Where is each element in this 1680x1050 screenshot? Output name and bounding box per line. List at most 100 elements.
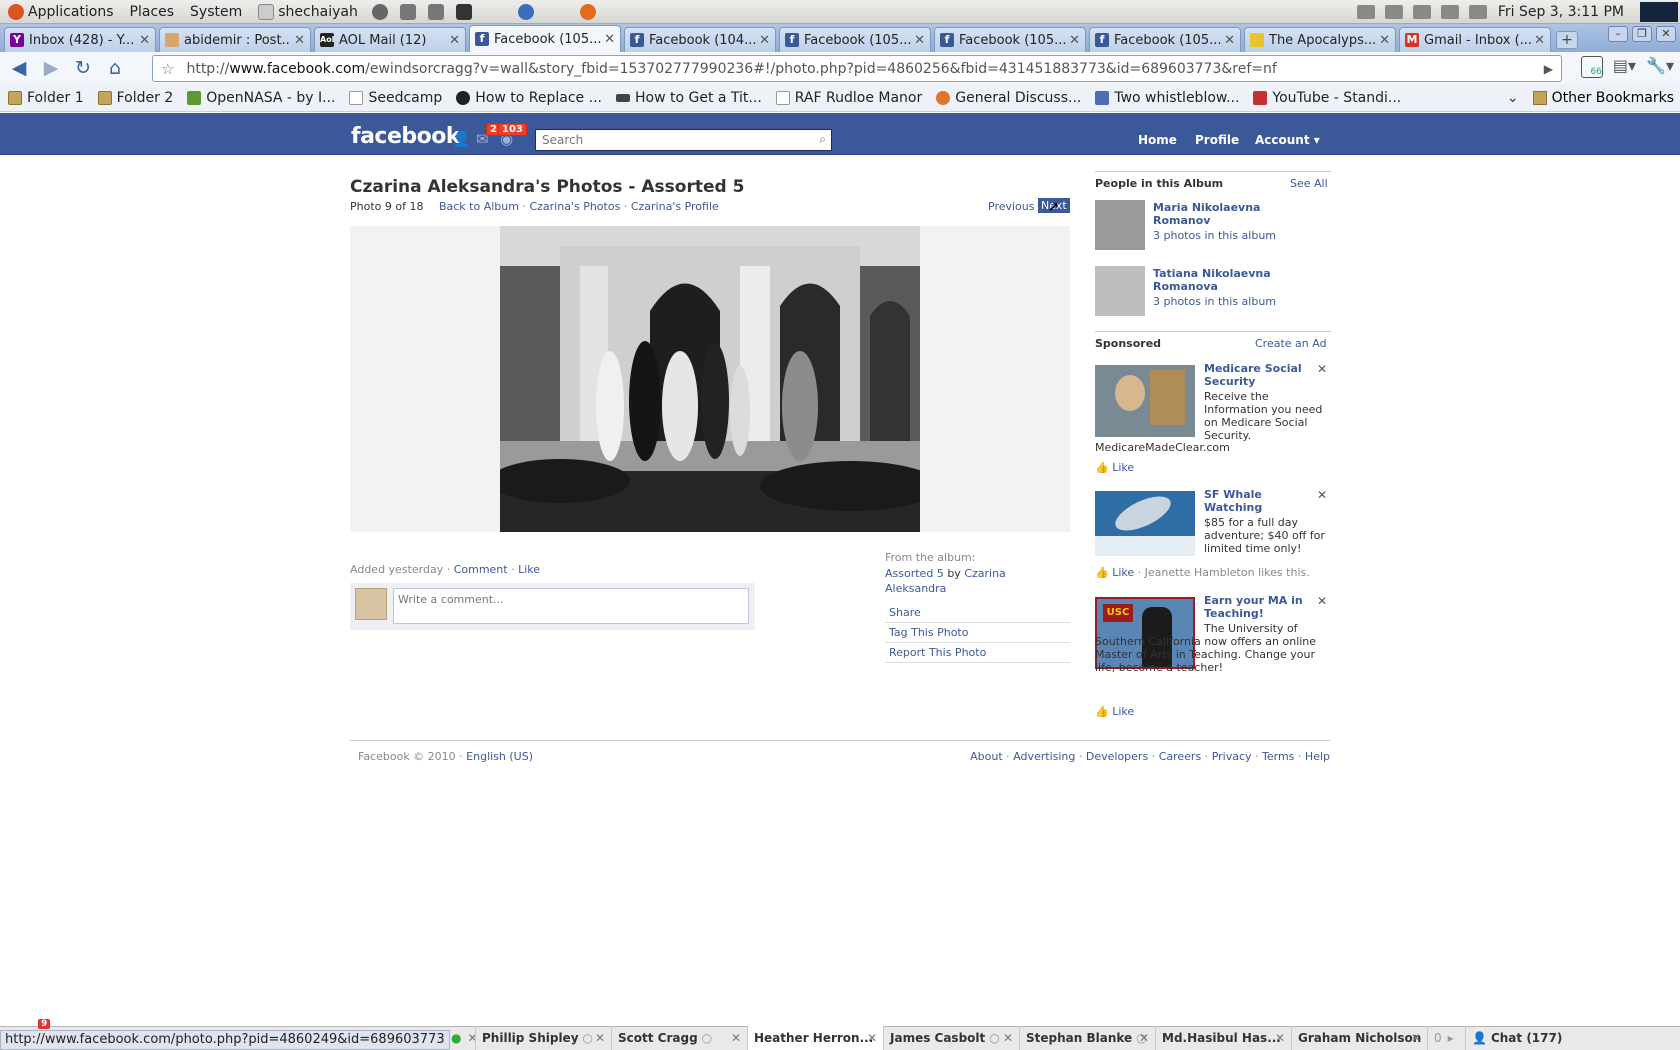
- chat-close-icon[interactable]: ✕: [595, 1031, 605, 1045]
- extension-icon[interactable]: 66: [1580, 56, 1603, 78]
- footer-advertising-link[interactable]: Advertising: [1013, 750, 1075, 763]
- chat-tab-active[interactable]: Heather Herron... ✕: [747, 1026, 883, 1050]
- create-ad-link[interactable]: Create an Ad: [1255, 337, 1327, 350]
- bookmark-two-whistleblow[interactable]: Two whistleblow...: [1095, 90, 1239, 106]
- album-name-link[interactable]: Assorted 5: [885, 567, 944, 580]
- person-photo-count[interactable]: 3 photos in this album: [1153, 229, 1276, 242]
- chat-close-icon[interactable]: ✕: [1139, 1031, 1149, 1045]
- battery-icon[interactable]: [1356, 5, 1375, 19]
- footer-developers-link[interactable]: Developers: [1086, 750, 1148, 763]
- footer-help-link[interactable]: Help: [1305, 750, 1330, 763]
- bookmark-how-to-replace[interactable]: How to Replace ...: [456, 90, 602, 106]
- chromium-icon[interactable]: [517, 3, 534, 20]
- tab-close-icon[interactable]: ✕: [1069, 33, 1080, 48]
- minimize-icon[interactable]: –: [1608, 26, 1628, 42]
- chat-tab[interactable]: James Casbolt ○ ✕: [883, 1026, 1019, 1050]
- tag-photo-link[interactable]: Tag This Photo: [885, 623, 1070, 643]
- footer-careers-link[interactable]: Careers: [1159, 750, 1202, 763]
- settings-launcher-icon[interactable]: [399, 3, 416, 20]
- applications-menu[interactable]: Applications: [8, 3, 114, 20]
- wrench-menu-icon[interactable]: 🔧▾: [1646, 56, 1674, 78]
- person-name-link[interactable]: Tatiana Nikolaevna Romanova: [1153, 267, 1303, 293]
- tab-facebook-active[interactable]: f Facebook (105... ✕: [469, 25, 621, 52]
- forward-arrow-icon[interactable]: ▶: [38, 56, 64, 80]
- ad-image-whale[interactable]: [1095, 491, 1195, 556]
- tab-close-icon[interactable]: ✕: [1534, 33, 1545, 48]
- search-icon[interactable]: ⌕: [819, 132, 826, 147]
- home-icon[interactable]: ⌂: [102, 56, 128, 80]
- chat-close-icon[interactable]: ✕: [1275, 1031, 1285, 1045]
- tab-close-icon[interactable]: ✕: [759, 33, 770, 48]
- ad-like-link[interactable]: Like: [1112, 461, 1134, 474]
- tab-facebook-4[interactable]: f Facebook (105... ✕: [934, 27, 1086, 52]
- like-link[interactable]: Like: [518, 563, 540, 576]
- tab-facebook-5[interactable]: f Facebook (105... ✕: [1089, 27, 1241, 52]
- tab-aol-mail[interactable]: Aol AOL Mail (12) ✕: [314, 27, 466, 52]
- ad-like-link[interactable]: Like: [1112, 705, 1134, 718]
- nav-account-menu[interactable]: Account ▾: [1255, 133, 1320, 147]
- chat-close-icon[interactable]: ✕: [867, 1031, 877, 1045]
- new-tab-button[interactable]: +: [1556, 31, 1578, 49]
- reload-icon[interactable]: ↻: [70, 56, 96, 80]
- chat-buddy-list[interactable]: 👤 Chat (177): [1465, 1026, 1680, 1050]
- system-menu[interactable]: System: [190, 4, 242, 20]
- system-monitor-icon[interactable]: [1640, 2, 1678, 22]
- terminal-icon[interactable]: [455, 3, 472, 20]
- tab-yahoo-inbox[interactable]: Y Inbox (428) - Y... ✕: [4, 27, 156, 52]
- tab-apocalypse[interactable]: The Apocalyps... ✕: [1244, 27, 1396, 52]
- ad-close-icon[interactable]: ✕: [1317, 362, 1327, 376]
- nav-profile-link[interactable]: Profile: [1195, 133, 1239, 147]
- footer-privacy-link[interactable]: Privacy: [1212, 750, 1252, 763]
- tab-abidemir[interactable]: abidemir : Post... ✕: [159, 27, 311, 52]
- bookmark-folder-2[interactable]: Folder 2: [97, 90, 173, 106]
- ad-like-link[interactable]: Like: [1112, 566, 1134, 579]
- previous-photo-link[interactable]: Previous: [988, 200, 1035, 213]
- ad-image-medicare[interactable]: [1095, 365, 1195, 437]
- bookmark-general-discuss[interactable]: General Discuss...: [936, 90, 1081, 106]
- album-photo[interactable]: [500, 226, 920, 532]
- address-bar[interactable]: ☆ http://www.facebook.com/ewindsorcragg?…: [152, 55, 1562, 82]
- comment-link[interactable]: Comment: [454, 563, 508, 576]
- share-link[interactable]: Share: [885, 603, 1070, 623]
- ad-title-link[interactable]: Medicare Social Security: [1204, 362, 1314, 388]
- chat-close-icon[interactable]: ✕: [1003, 1031, 1013, 1045]
- maximize-icon[interactable]: ❐: [1632, 26, 1652, 42]
- back-arrow-icon[interactable]: ◀: [6, 56, 32, 80]
- bookmark-how-to-get[interactable]: How to Get a Tit...: [615, 90, 762, 106]
- czarinas-profile-link[interactable]: Czarina's Profile: [631, 200, 719, 213]
- footer-about-link[interactable]: About: [970, 750, 1003, 763]
- printer-icon[interactable]: [1440, 5, 1459, 19]
- tab-close-icon[interactable]: ✕: [139, 33, 150, 48]
- ad-close-icon[interactable]: ✕: [1317, 488, 1327, 502]
- user-switcher[interactable]: shechaiyah: [258, 3, 358, 20]
- czarinas-photos-link[interactable]: Czarina's Photos: [529, 200, 620, 213]
- footer-terms-link[interactable]: Terms: [1262, 750, 1294, 763]
- report-photo-link[interactable]: Report This Photo: [885, 643, 1070, 663]
- friend-requests-icon[interactable]: 👤: [452, 130, 471, 148]
- tab-close-icon[interactable]: ✕: [1379, 33, 1390, 48]
- network-icon[interactable]: [1468, 5, 1487, 19]
- other-bookmarks[interactable]: ⌄ Other Bookmarks: [1507, 84, 1674, 112]
- person-photo-count[interactable]: 3 photos in this album: [1153, 295, 1276, 308]
- back-to-album-link[interactable]: Back to Album: [439, 200, 519, 213]
- clock[interactable]: Fri Sep 3, 3:11 PM: [1498, 4, 1624, 20]
- page-menu-icon[interactable]: ▤▾: [1613, 56, 1636, 78]
- chat-overflow[interactable]: 0 ▸: [1427, 1026, 1465, 1050]
- bookmark-youtube[interactable]: YouTube - Standi...: [1253, 90, 1401, 106]
- power-icon[interactable]: [371, 3, 388, 20]
- tab-gmail[interactable]: M Gmail - Inbox (... ✕: [1399, 27, 1551, 52]
- go-icon[interactable]: ▶: [1544, 62, 1553, 76]
- chevron-down-icon[interactable]: ⌄: [1507, 90, 1519, 106]
- close-window-icon[interactable]: ✕: [1656, 26, 1676, 42]
- person-name-link[interactable]: Maria Nikolaevna Romanov: [1153, 201, 1303, 227]
- bookmark-seedcamp[interactable]: Seedcamp: [349, 90, 442, 106]
- chat-close-icon[interactable]: ✕: [1411, 1031, 1421, 1045]
- chat-tab[interactable]: Graham Nicholson ✕: [1291, 1026, 1427, 1050]
- bookmark-raf[interactable]: RAF Rudloe Manor: [775, 90, 922, 106]
- tab-close-icon[interactable]: ✕: [914, 33, 925, 48]
- bookmark-star-icon[interactable]: ☆: [161, 60, 174, 78]
- person-thumbnail[interactable]: [1095, 266, 1145, 316]
- chat-tab[interactable]: Phillip Shipley ○ ✕: [475, 1026, 611, 1050]
- chat-close-icon[interactable]: ✕: [731, 1031, 741, 1045]
- nav-home-link[interactable]: Home: [1138, 133, 1177, 147]
